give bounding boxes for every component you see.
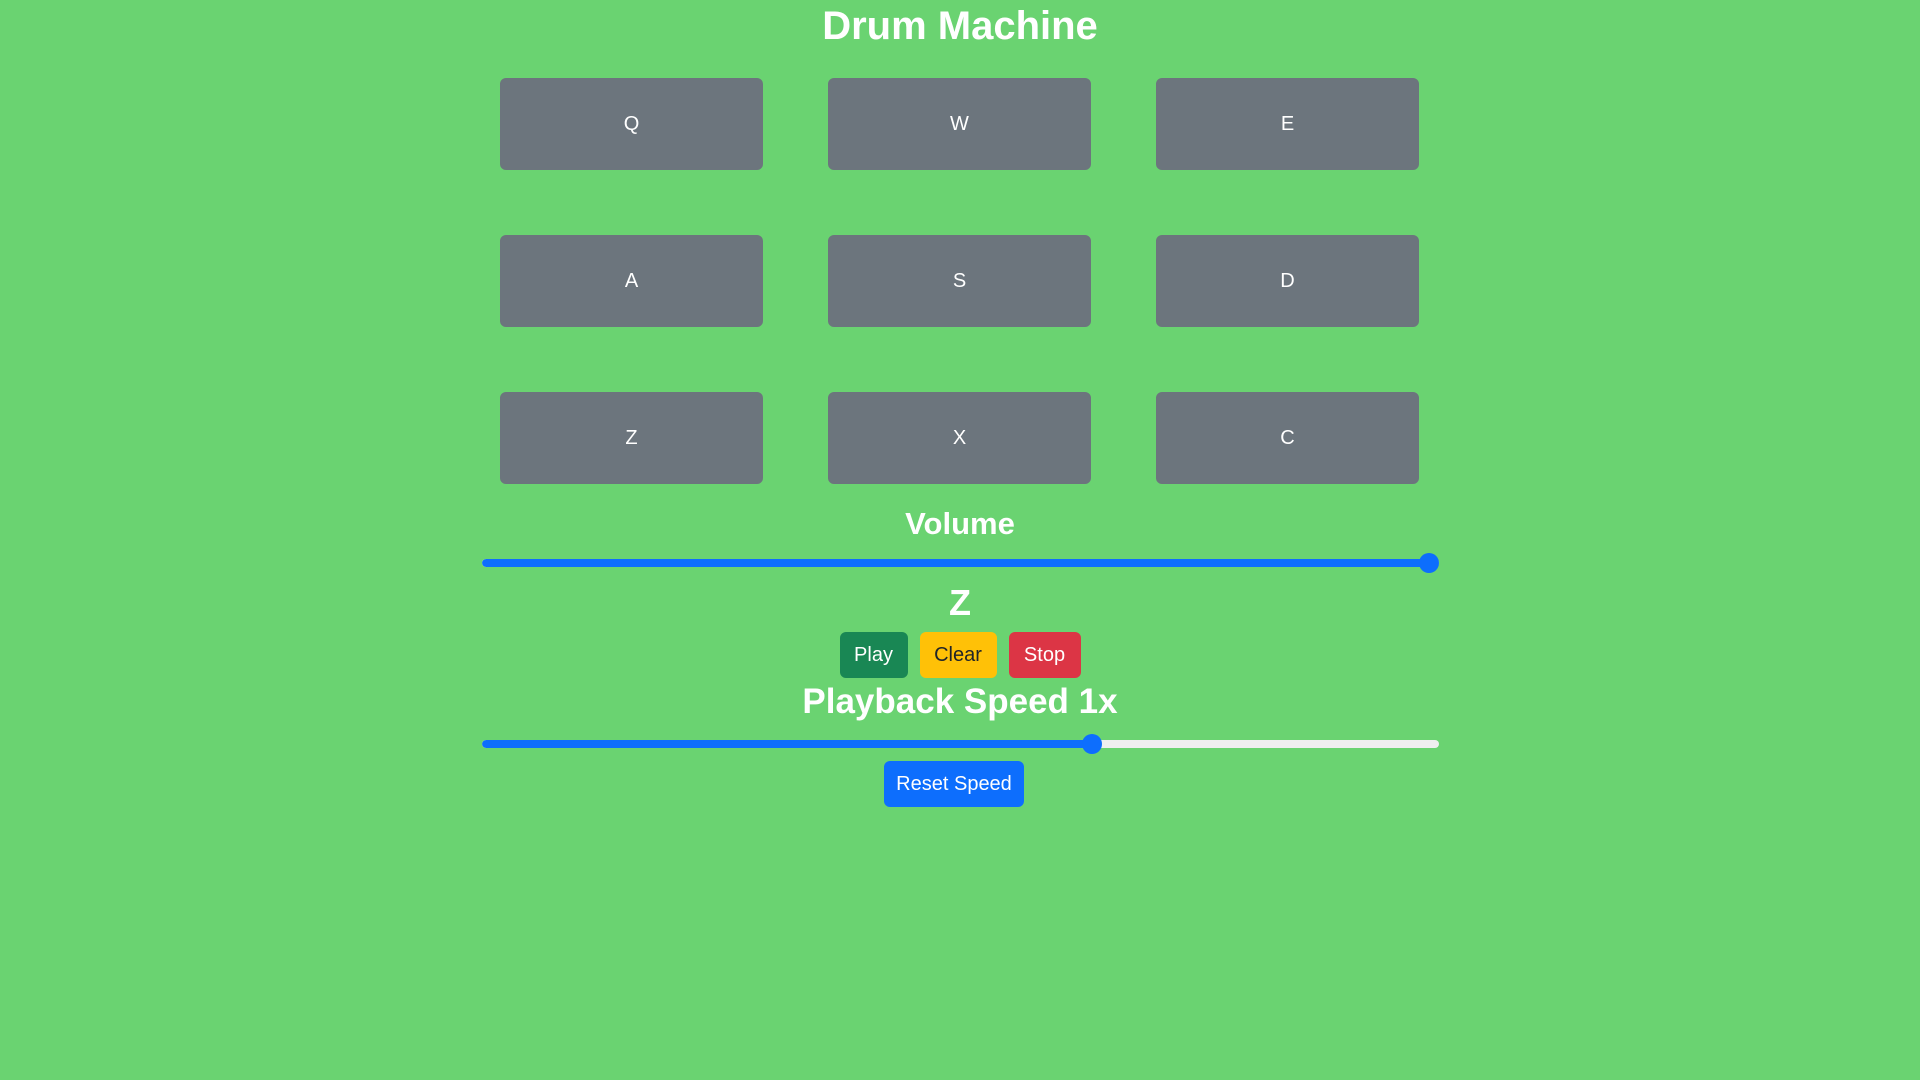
drum-pad-a[interactable]: A	[500, 235, 763, 327]
clear-button[interactable]: Clear	[919, 632, 997, 678]
page-title: Drum Machine	[822, 4, 1098, 48]
volume-slider-thumb[interactable]	[1419, 553, 1439, 573]
volume-slider-fill	[482, 559, 1429, 567]
playback-controls: Play Clear Stop	[0, 632, 1920, 678]
speed-slider-thumb[interactable]	[1081, 734, 1102, 754]
volume-slider[interactable]	[482, 551, 1439, 575]
drum-pad-d[interactable]: D	[1156, 235, 1419, 327]
stop-button[interactable]: Stop	[1008, 632, 1081, 678]
drum-pad-s[interactable]: S	[828, 235, 1091, 327]
playback-speed-slider[interactable]	[482, 732, 1439, 756]
volume-label: Volume	[905, 506, 1015, 541]
drum-pad-x[interactable]: X	[828, 392, 1091, 484]
speed-slider-fill	[482, 740, 1092, 748]
drum-pad-q[interactable]: Q	[500, 78, 763, 170]
playback-speed-label: Playback Speed 1x	[802, 682, 1118, 721]
drum-pad-w[interactable]: W	[828, 78, 1091, 170]
drum-pad-grid: Q W E A S D Z X C	[500, 78, 1420, 484]
current-key-display: Z	[949, 582, 971, 623]
reset-speed-button[interactable]: Reset Speed	[884, 761, 1024, 807]
volume-slider-track	[482, 559, 1439, 567]
drum-pad-c[interactable]: C	[1156, 392, 1419, 484]
drum-pad-z[interactable]: Z	[500, 392, 763, 484]
drum-pad-e[interactable]: E	[1156, 78, 1419, 170]
speed-slider-track	[482, 740, 1439, 748]
play-button[interactable]: Play	[839, 632, 908, 678]
